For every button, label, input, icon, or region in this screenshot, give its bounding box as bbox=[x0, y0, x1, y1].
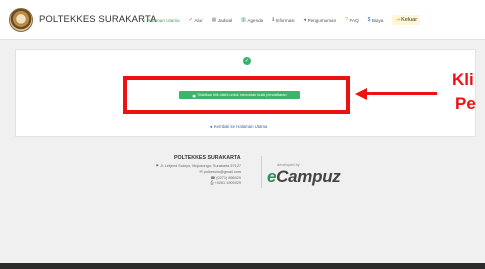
back-home-link[interactable]: ● Kembali ke Halaman Utama bbox=[210, 124, 267, 129]
footer-fax: ⎙ +0281 1909929 bbox=[210, 181, 241, 185]
home-link-icon: ● bbox=[210, 124, 213, 129]
menu-item-label: Jadwal bbox=[217, 17, 233, 23]
money-icon: $ bbox=[367, 17, 371, 23]
bottom-bar bbox=[0, 263, 485, 269]
footer-divider bbox=[261, 156, 262, 188]
menu-item-home[interactable]: ⌂ Halaman Utama bbox=[142, 17, 180, 23]
annotation-arrow-shaft bbox=[366, 92, 437, 95]
annotation-arrow-icon bbox=[355, 87, 367, 100]
check-icon: ✓ bbox=[188, 17, 193, 23]
back-link-label: Kembali ke Halaman Utama bbox=[213, 124, 268, 129]
print-registration-button[interactable]: ▣ Silahkan klik disini untuk mencetak bu… bbox=[179, 91, 300, 99]
footer-address-text: Jl. Letjend Sutoyo, Mojosongo, Surakarta… bbox=[159, 164, 241, 168]
menu-item-informasi[interactable]: ℹ Informasi bbox=[272, 17, 294, 23]
calendar-icon: ▦ bbox=[211, 17, 217, 23]
envelope-icon: ✉ bbox=[199, 170, 203, 174]
footer-phone-text: (0271) 856929 bbox=[216, 176, 241, 180]
ecampuz-logo-campuz: Campuz bbox=[276, 167, 341, 186]
print-icon: ▣ bbox=[192, 93, 196, 98]
ecampuz-logo-e: e bbox=[267, 167, 277, 186]
institution-logo[interactable] bbox=[9, 8, 33, 32]
menu-item-label: Halaman Utama bbox=[146, 17, 180, 23]
menu-item-jadwal[interactable]: ▦ Jadwal bbox=[212, 17, 233, 23]
megaphone-icon: ◂ bbox=[303, 17, 307, 23]
phone-icon: ☎ bbox=[210, 176, 216, 180]
menu-item-biaya[interactable]: $ Biaya bbox=[368, 17, 384, 23]
menu-item-label: Agenda bbox=[247, 17, 264, 23]
brand-title[interactable]: POLTEKKES SURAKARTA bbox=[39, 14, 157, 25]
footer-email-text: polkesolo@gmail.com bbox=[203, 170, 241, 174]
menu-item-label: Keluar bbox=[401, 17, 418, 23]
print-button-label: Silahkan klik disini untuk mencetak bukt… bbox=[197, 93, 287, 97]
home-icon: ⌂ bbox=[142, 17, 146, 23]
menu-item-pengumuman[interactable]: ◂ Pengumuman bbox=[304, 17, 337, 23]
menu-item-label: Alur bbox=[194, 17, 203, 23]
menu-item-label: Pengumuman bbox=[307, 17, 337, 23]
menu-item-label: Informasi bbox=[275, 17, 295, 23]
top-navbar: POLTEKKES SURAKARTA ⌂ Halaman Utama ✓ Al… bbox=[0, 0, 485, 40]
agenda-icon: ▥ bbox=[241, 17, 246, 23]
logout-icon: ⇥ bbox=[395, 17, 400, 23]
footer-phone: ☎ (0271) 856929 bbox=[211, 175, 242, 180]
question-icon: ? bbox=[345, 17, 348, 23]
annotation-text-line2: Pe bbox=[455, 94, 476, 113]
menu-item-faq[interactable]: ? FAQ bbox=[345, 17, 358, 23]
footer-email[interactable]: ✉ polkesolo@gmail.com bbox=[200, 169, 241, 174]
map-marker-icon: ⚑ bbox=[155, 164, 159, 168]
footer-address: ⚑ Jl. Letjend Sutoyo, Mojosongo, Surakar… bbox=[155, 163, 241, 168]
menu-item-agenda[interactable]: ▥ Agenda bbox=[241, 17, 263, 23]
footer-fax-text: +0281 1909929 bbox=[214, 181, 241, 185]
ecampuz-logo[interactable]: eCampuz bbox=[267, 167, 341, 186]
info-icon: ℹ bbox=[272, 17, 275, 23]
menu-item-label: Biaya bbox=[371, 17, 384, 23]
main-menu: ⌂ Halaman Utama ✓ Alur ▦ Jadwal ▥ Agenda… bbox=[142, 0, 421, 40]
menu-item-alur[interactable]: ✓ Alur bbox=[189, 17, 203, 23]
menu-item-label: FAQ bbox=[349, 17, 359, 23]
menu-item-keluar[interactable]: ⇥ Keluar bbox=[392, 15, 421, 25]
annotation-text-line1: Kli bbox=[452, 70, 474, 89]
footer-institution: POLTEKKES SURAKARTA bbox=[174, 155, 241, 161]
fax-icon: ⎙ bbox=[210, 181, 214, 185]
success-check-icon: ✓ bbox=[243, 57, 251, 65]
